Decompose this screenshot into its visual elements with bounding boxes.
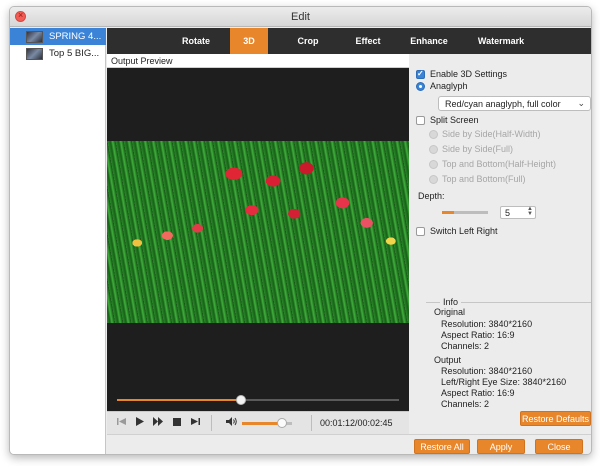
depth-label: Depth:: [418, 191, 445, 201]
original-resolution: Resolution: 3840*2160: [441, 319, 533, 329]
original-heading: Original: [434, 307, 466, 317]
file-name: Top 5 BIG...: [49, 48, 100, 59]
file-item-top5[interactable]: Top 5 BIG...: [10, 45, 106, 62]
tab-enhance[interactable]: Enhance: [401, 28, 457, 54]
playback-controls: 00:01:12/00:02:45: [107, 391, 409, 434]
switch-left-right-label: Switch Left Right: [430, 226, 498, 236]
window-title: Edit: [291, 11, 310, 23]
stepper-arrows-icon[interactable]: ▲ ▼: [526, 206, 534, 218]
restore-defaults-button[interactable]: Restore Defaults: [520, 411, 591, 426]
anaglyph-mode-value: Red/cyan anaglyph, full color: [445, 99, 561, 109]
timeline-slider[interactable]: [117, 395, 399, 405]
volume-slider[interactable]: [242, 418, 292, 428]
edit-tab-bar: Rotate 3D Crop Effect Enhance Watermark: [107, 28, 591, 54]
timeline-knob[interactable]: [236, 395, 247, 405]
video-frame: [107, 141, 409, 323]
depth-slider-fill: [442, 211, 454, 214]
file-list: SPRING 4... Top 5 BIG...: [10, 28, 106, 454]
split-screen-checkbox[interactable]: [416, 116, 425, 125]
anaglyph-label: Anaglyph: [430, 81, 468, 91]
video-thumbnail-icon: [26, 47, 43, 60]
anaglyph-mode-select[interactable]: Red/cyan anaglyph, full color ⌄: [438, 96, 591, 111]
output-channels: Channels: 2: [441, 399, 490, 409]
split-option-label: Side by Side(Full): [442, 144, 514, 154]
close-button[interactable]: Close: [535, 439, 583, 454]
stop-icon[interactable]: [169, 415, 185, 431]
output-resolution: Resolution: 3840*2160: [441, 366, 533, 376]
enable-3d-label: Enable 3D Settings: [430, 69, 508, 79]
timeline-progress: [117, 399, 242, 401]
volume-level: [242, 422, 282, 425]
split-option-radio[interactable]: [429, 145, 438, 154]
skip-forward-icon[interactable]: [187, 415, 203, 431]
divider: [211, 415, 212, 431]
tab-effect[interactable]: Effect: [344, 28, 392, 54]
timecode: 00:01:12/00:02:45: [320, 418, 393, 428]
switch-left-right-checkbox[interactable]: [416, 227, 425, 236]
file-item-spring[interactable]: SPRING 4...: [10, 28, 106, 45]
skip-back-icon[interactable]: [113, 415, 129, 431]
tab-crop[interactable]: Crop: [284, 28, 332, 54]
split-option-label: Side by Side(Half-Width): [442, 129, 541, 139]
split-option-label: Top and Bottom(Half-Height): [442, 159, 557, 169]
volume-icon[interactable]: [223, 415, 239, 431]
depth-stepper[interactable]: 5 ▲ ▼: [500, 206, 536, 219]
split-option-radio[interactable]: [429, 130, 438, 139]
split-option-radio[interactable]: [429, 175, 438, 184]
tab-3d[interactable]: 3D: [230, 28, 268, 54]
title-bar: Edit: [10, 7, 591, 27]
output-heading: Output: [434, 355, 462, 365]
split-screen-label: Split Screen: [430, 115, 479, 125]
split-option-radio[interactable]: [429, 160, 438, 169]
divider: [311, 415, 312, 431]
preview-area: [107, 68, 409, 404]
split-option-label: Top and Bottom(Full): [442, 174, 526, 184]
video-thumbnail-icon: [26, 30, 43, 43]
control-row: 00:01:12/00:02:45: [107, 411, 409, 434]
original-aspect: Aspect Ratio: 16:9: [441, 330, 515, 340]
enable-3d-checkbox[interactable]: [416, 69, 425, 79]
edit-window: Edit SPRING 4... Top 5 BIG... Rotate 3D …: [9, 6, 592, 455]
apply-button[interactable]: Apply: [477, 439, 525, 454]
restore-all-button[interactable]: Restore All: [414, 439, 470, 454]
volume-knob[interactable]: [277, 418, 287, 428]
depth-value: 5: [505, 208, 511, 218]
tab-watermark[interactable]: Watermark: [465, 28, 537, 54]
file-name: SPRING 4...: [49, 31, 102, 42]
anaglyph-radio[interactable]: [416, 82, 425, 91]
output-preview-label: Output Preview: [107, 54, 409, 68]
chevron-down-icon: ⌄: [577, 98, 585, 108]
info-title: Info: [440, 297, 462, 307]
3d-settings-panel: Enable 3D Settings Anaglyph Red/cyan ana…: [410, 54, 591, 434]
depth-slider[interactable]: [442, 211, 488, 214]
tab-rotate[interactable]: Rotate: [173, 28, 219, 54]
bottom-button-bar: Restore All Apply Close: [107, 434, 591, 454]
fast-forward-icon[interactable]: [150, 415, 166, 431]
original-channels: Channels: 2: [441, 341, 490, 351]
play-icon[interactable]: [131, 415, 147, 431]
output-eye-size: Left/Right Eye Size: 3840*2160: [441, 377, 567, 387]
output-aspect: Aspect Ratio: 16:9: [441, 388, 515, 398]
